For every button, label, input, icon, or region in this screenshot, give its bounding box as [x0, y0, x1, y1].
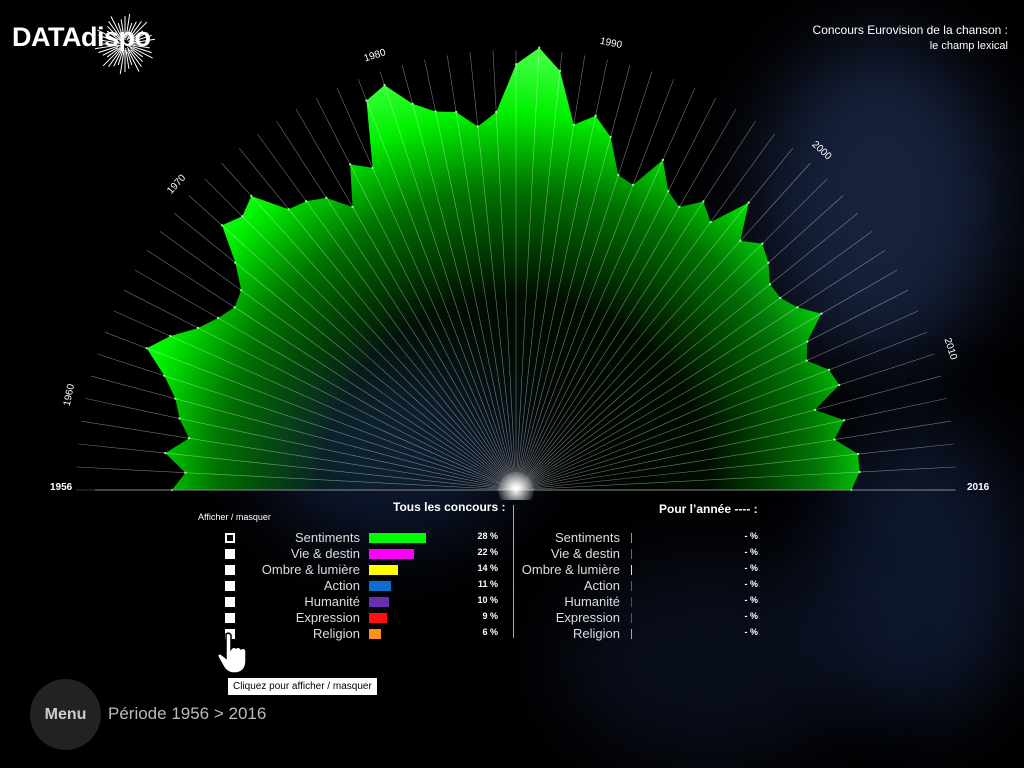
tick-label-1956: 1956 — [50, 482, 73, 493]
tick-label-2010: 2010 — [942, 337, 959, 362]
year-category-label: Sentiments — [554, 530, 620, 545]
tick-label-1980: 1980 — [363, 47, 388, 64]
year-category-percent: - % — [744, 595, 759, 605]
category-bar — [369, 549, 414, 559]
menu-button[interactable]: Menu — [30, 679, 101, 750]
toggle-checkbox-6[interactable] — [225, 613, 235, 623]
category-percent: 11 % — [477, 579, 498, 589]
toggle-heading: Afficher / masquer — [198, 512, 271, 522]
year-category-label: Humanité — [564, 594, 620, 609]
category-bar — [369, 613, 388, 623]
radial-chart: 1956 1960 1970 1980 1990 2000 2010 2016 — [50, 36, 990, 500]
year-category-bar — [631, 581, 632, 591]
category-label: Religion — [313, 626, 360, 641]
category-label: Sentiments — [294, 530, 360, 545]
period-label: Période 1956 > 2016 — [108, 704, 267, 723]
category-percent: 22 % — [477, 547, 498, 557]
year-category-label: Religion — [573, 626, 620, 641]
year-category-percent: - % — [744, 611, 759, 621]
tick-label-1970: 1970 — [165, 172, 188, 196]
year-category-percent: - % — [744, 547, 759, 557]
year-category-label: Expression — [555, 610, 620, 625]
category-bar — [369, 565, 398, 575]
category-percent: 28 % — [477, 531, 498, 541]
tick-label-2000: 2000 — [810, 139, 834, 162]
category-bar — [369, 629, 382, 639]
year-category-bar — [631, 549, 632, 559]
menu-label: Menu — [44, 705, 87, 723]
category-bar — [369, 581, 392, 591]
data-point-1987[interactable] — [538, 46, 541, 49]
tooltip: Cliquez pour afficher / masquer — [228, 678, 377, 695]
toggle-checkbox-2[interactable] — [225, 549, 235, 559]
category-percent: 10 % — [477, 595, 498, 605]
category-label: Humanité — [304, 594, 360, 609]
toggle-checkbox-4[interactable] — [225, 581, 235, 591]
year-category-bar — [631, 533, 632, 543]
category-label: Expression — [295, 610, 360, 625]
year-heading: Pour l’année ---- : — [659, 502, 758, 516]
sentiments-area — [146, 47, 860, 490]
tick-label-2016: 2016 — [967, 482, 990, 493]
tick-label-1990: 1990 — [599, 36, 623, 51]
category-label: Vie & destin — [290, 546, 360, 561]
year-category-bar — [631, 565, 632, 575]
year-category-percent: - % — [744, 563, 759, 573]
category-percent: 6 % — [482, 627, 498, 637]
year-category-label: Ombre & lumière — [521, 562, 620, 577]
category-percent: 14 % — [477, 563, 498, 573]
year-category-bar — [631, 629, 632, 639]
year-category-percent: - % — [744, 531, 759, 541]
toggle-checkbox-5[interactable] — [225, 597, 235, 607]
category-percent: 9 % — [482, 611, 498, 621]
year-category-bar — [631, 597, 632, 607]
category-bar — [369, 533, 426, 543]
tick-label-1960: 1960 — [62, 383, 77, 407]
category-bar — [369, 597, 390, 607]
toggle-checkbox-1[interactable] — [225, 533, 235, 543]
year-category-label: Action — [583, 578, 620, 593]
category-label: Action — [323, 578, 360, 593]
toggle-checkbox-3[interactable] — [225, 565, 235, 575]
year-category-bar — [631, 613, 632, 623]
pointer-hand-icon — [217, 632, 247, 674]
year-category-label: Vie & destin — [550, 546, 620, 561]
category-label: Ombre & lumière — [261, 562, 360, 577]
year-category-percent: - % — [744, 579, 759, 589]
all-contests-heading: Tous les concours : — [393, 500, 506, 514]
column-divider — [513, 505, 514, 638]
year-category-percent: - % — [744, 627, 759, 637]
